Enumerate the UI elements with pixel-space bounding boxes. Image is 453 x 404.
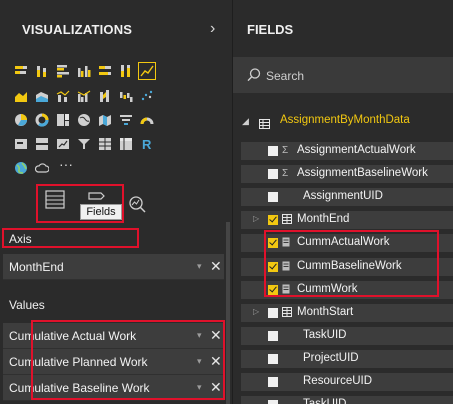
gauge-icon[interactable] (140, 113, 154, 127)
visualizations-pane: VISUALIZATIONS › R ··· Fields Axis Month… (0, 0, 232, 404)
cloud-icon[interactable] (35, 161, 49, 175)
field-row[interactable]: ResourceUID (241, 373, 453, 391)
100-stacked-bar-icon[interactable] (98, 64, 112, 78)
more-visuals-icon[interactable]: ··· (59, 157, 73, 171)
expand-icon[interactable]: ▷ (253, 214, 259, 223)
field-row[interactable]: ▷ MonthStart (241, 304, 453, 322)
axis-highlight-box (2, 228, 139, 248)
card-icon[interactable] (14, 137, 28, 151)
visualizations-scrollbar[interactable] (226, 222, 230, 404)
field-row[interactable]: ▷ MonthEnd (241, 211, 453, 229)
date-hierarchy-icon (282, 214, 292, 224)
clustered-bar-icon[interactable] (56, 64, 70, 78)
matrix-icon[interactable] (119, 137, 133, 151)
values-section-label: Values (9, 298, 45, 312)
analytics-tab-icon[interactable] (128, 195, 148, 215)
field-checkbox[interactable] (268, 169, 278, 179)
ribbon-chart-icon[interactable] (98, 89, 112, 103)
values-highlight-box (31, 320, 225, 400)
field-checkbox[interactable] (268, 377, 278, 387)
expand-icon[interactable]: ▷ (253, 307, 259, 316)
globe-icon[interactable] (14, 161, 28, 175)
slicer-icon[interactable] (77, 137, 91, 151)
measures-highlight-box (264, 230, 439, 297)
sigma-icon: Σ (282, 145, 289, 156)
multi-row-card-icon[interactable] (35, 137, 49, 151)
field-checkbox[interactable] (268, 146, 278, 156)
field-row[interactable]: Σ AssignmentBaselineWork (241, 165, 453, 183)
funnel-icon[interactable] (119, 113, 133, 127)
field-row[interactable]: ProjectUID (241, 350, 453, 368)
treemap-icon[interactable] (56, 113, 70, 127)
field-checkbox[interactable] (268, 400, 278, 404)
stacked-area-icon[interactable] (35, 89, 49, 103)
table-icon (259, 116, 270, 129)
field-checkbox[interactable] (268, 215, 278, 225)
search-placeholder: Search (266, 69, 305, 83)
field-label: AssignmentUID (303, 190, 383, 202)
line-chart-icon[interactable] (138, 62, 156, 80)
stacked-bar-icon[interactable] (14, 64, 28, 78)
field-label: TaskUID (303, 329, 347, 341)
field-label: ResourceUID (303, 375, 373, 387)
axis-field-label: MonthEnd (9, 260, 64, 274)
stacked-column-icon[interactable] (35, 64, 49, 78)
collapse-icon[interactable]: ◢ (242, 116, 249, 127)
field-row[interactable]: Σ AssignmentActualWork (241, 142, 453, 160)
field-checkbox[interactable] (268, 354, 278, 364)
remove-field-icon[interactable]: ✕ (210, 258, 222, 275)
collapse-pane-chevron-icon[interactable]: › (210, 20, 215, 38)
kpi-icon[interactable] (56, 137, 70, 151)
field-row[interactable]: TaskUID (241, 327, 453, 345)
axis-field-item[interactable]: MonthEnd ▾ ✕ (3, 254, 224, 280)
waterfall-icon[interactable] (119, 89, 133, 103)
svg-text:R: R (142, 137, 152, 151)
scatter-icon[interactable] (140, 89, 154, 103)
field-label: TaskUID (303, 398, 347, 404)
field-checkbox[interactable] (268, 331, 278, 341)
line-column-icon[interactable] (56, 89, 70, 103)
pie-chart-icon[interactable] (14, 113, 28, 127)
r-visual-icon[interactable]: R (140, 137, 154, 151)
field-label: MonthEnd (297, 213, 350, 225)
visualizations-header: VISUALIZATIONS › (0, 0, 232, 52)
fields-pane: FIELDS Search ◢ AssignmentByMonthData ΣA… (233, 0, 453, 404)
filled-map-icon[interactable] (98, 113, 112, 127)
field-label: MonthStart (297, 306, 354, 318)
field-checkbox[interactable] (268, 308, 278, 318)
line-clustered-column-icon[interactable] (77, 89, 91, 103)
clustered-column-icon[interactable] (77, 64, 91, 78)
table-icon[interactable] (98, 137, 112, 151)
visualizations-title: VISUALIZATIONS (22, 22, 133, 37)
tabs-highlight-box (36, 184, 124, 223)
field-label: ProjectUID (303, 352, 359, 364)
area-chart-icon[interactable] (14, 89, 28, 103)
donut-chart-icon[interactable] (35, 113, 49, 127)
table-name: AssignmentByMonthData (280, 114, 410, 126)
dropdown-icon[interactable]: ▾ (197, 261, 202, 272)
table-item[interactable]: ◢ AssignmentByMonthData (233, 108, 453, 134)
fields-title: FIELDS (247, 22, 294, 37)
date-hierarchy-icon (282, 307, 292, 317)
map-icon[interactable] (77, 113, 91, 127)
field-label: AssignmentBaselineWork (297, 167, 428, 179)
field-checkbox[interactable] (268, 192, 278, 202)
search-input[interactable]: Search (233, 57, 453, 93)
sigma-icon: Σ (282, 168, 289, 179)
search-icon (246, 67, 262, 83)
field-row[interactable]: AssignmentUID (241, 188, 453, 206)
field-row[interactable]: TaskUID (241, 396, 453, 404)
field-label: AssignmentActualWork (297, 144, 416, 156)
100-stacked-column-icon[interactable] (119, 64, 133, 78)
